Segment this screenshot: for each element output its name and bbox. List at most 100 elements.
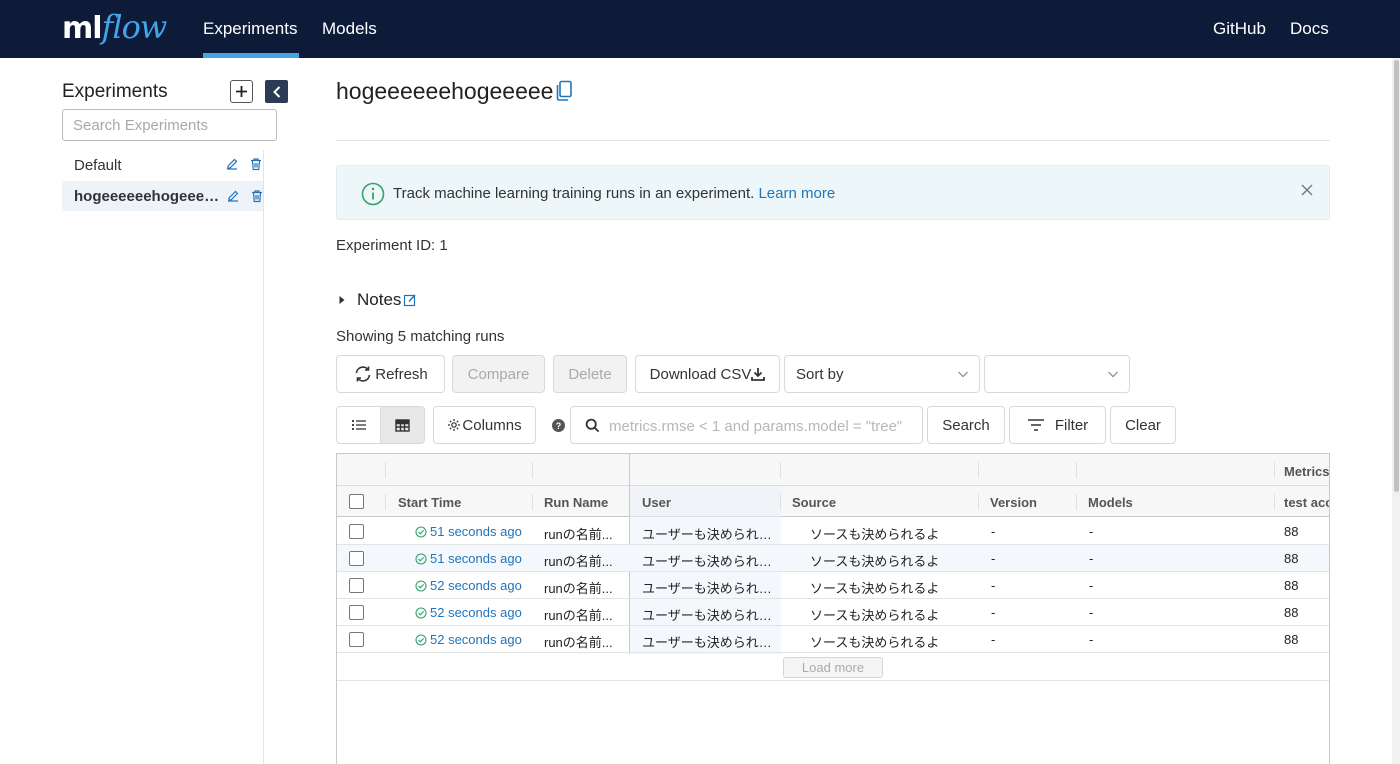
column-separator xyxy=(978,494,979,510)
table-row[interactable]: 51 seconds ago runの名前... ユーザーも決められる... ソ… xyxy=(337,518,1329,545)
columns-button[interactable]: Columns xyxy=(433,406,536,444)
column-separator xyxy=(1274,494,1275,510)
row-checkbox[interactable] xyxy=(349,551,364,566)
refresh-button[interactable]: Refresh xyxy=(336,355,445,393)
list-view-button[interactable] xyxy=(337,407,380,443)
table-row[interactable]: 52 seconds ago runの名前... ユーザーも決められる... ソ… xyxy=(337,599,1329,626)
run-name-cell[interactable]: runの名前... xyxy=(544,524,624,543)
sort-by-select[interactable]: Sort by xyxy=(784,355,980,393)
user-cell: ユーザーも決められる... xyxy=(642,581,774,596)
table-row[interactable]: 52 seconds ago runの名前... ユーザーも決められる... ソ… xyxy=(337,572,1329,599)
experiment-id-value: 1 xyxy=(439,237,448,254)
table-view-icon xyxy=(395,418,410,432)
learn-more-link[interactable]: Learn more xyxy=(758,185,835,202)
models-cell: - xyxy=(1089,605,1094,620)
run-start-time-link[interactable]: 52 seconds ago xyxy=(415,578,522,593)
source-cell[interactable]: ソースも決められるよ xyxy=(810,524,970,543)
notes-toggle[interactable]: Notes xyxy=(338,290,417,310)
search-button[interactable]: Search xyxy=(927,406,1005,444)
search-label: Search xyxy=(942,416,990,434)
run-name-cell[interactable]: runの名前... xyxy=(544,578,624,597)
user-cell: ユーザーも決められる... xyxy=(642,635,774,650)
version-cell: - xyxy=(991,524,996,539)
compare-button[interactable]: Compare xyxy=(452,355,545,393)
run-start-time-link[interactable]: 52 seconds ago xyxy=(415,605,522,620)
plus-icon xyxy=(236,86,247,97)
header-version[interactable]: Version xyxy=(990,495,1037,510)
start-time-text: 52 seconds ago xyxy=(430,632,522,647)
edit-icon[interactable] xyxy=(226,189,240,203)
experiment-item-label: Default xyxy=(74,156,122,174)
column-separator xyxy=(780,462,781,478)
close-icon[interactable] xyxy=(1301,184,1313,196)
table-view-button[interactable] xyxy=(380,407,424,443)
column-separator xyxy=(532,494,533,510)
download-csv-button[interactable]: Download CSV xyxy=(635,355,780,393)
run-name-cell[interactable]: runの名前... xyxy=(544,605,624,624)
collapse-sidebar-button[interactable] xyxy=(265,80,288,103)
row-checkbox[interactable] xyxy=(349,605,364,620)
nav-models[interactable]: Models xyxy=(322,19,377,39)
runs-search-input[interactable] xyxy=(609,415,914,437)
sidebar-divider xyxy=(263,150,264,764)
run-name-cell[interactable]: runの名前... xyxy=(544,551,624,570)
edit-icon[interactable] xyxy=(225,157,239,171)
row-checkbox[interactable] xyxy=(349,524,364,539)
edit-notes-icon[interactable] xyxy=(403,293,417,307)
run-start-time-link[interactable]: 52 seconds ago xyxy=(415,632,522,647)
runs-search-box xyxy=(570,406,923,444)
clear-button[interactable]: Clear xyxy=(1110,406,1176,444)
sort-order-select[interactable] xyxy=(984,355,1130,393)
run-start-time-link[interactable]: 51 seconds ago xyxy=(415,524,522,539)
header-user[interactable]: User xyxy=(642,495,671,510)
column-separator xyxy=(1076,494,1077,510)
models-cell: - xyxy=(1089,632,1094,647)
test-acc-cell: 88 xyxy=(1284,551,1299,566)
run-start-time-link[interactable]: 51 seconds ago xyxy=(415,551,522,566)
header-start-time[interactable]: Start Time xyxy=(398,495,461,510)
add-experiment-button[interactable] xyxy=(230,80,253,103)
row-checkbox[interactable] xyxy=(349,632,364,647)
source-cell[interactable]: ソースも決められるよ xyxy=(810,551,970,570)
search-experiments-input[interactable] xyxy=(62,109,277,141)
view-mode-toggle xyxy=(336,406,425,444)
header-models[interactable]: Models xyxy=(1088,495,1133,510)
select-all-checkbox[interactable] xyxy=(349,494,364,509)
column-separator xyxy=(385,494,386,510)
search-icon xyxy=(585,418,600,433)
info-banner: Track machine learning training runs in … xyxy=(336,165,1330,220)
nav-experiments[interactable]: Experiments xyxy=(203,19,297,39)
delete-button[interactable]: Delete xyxy=(553,355,627,393)
refresh-label: Refresh xyxy=(375,365,428,383)
table-row[interactable]: 51 seconds ago runの名前... ユーザーも決められる... ソ… xyxy=(337,545,1329,572)
check-circle-icon xyxy=(415,579,427,592)
nav-github-link[interactable]: GitHub xyxy=(1213,19,1266,39)
source-cell[interactable]: ソースも決められるよ xyxy=(810,578,970,597)
header-test-acc[interactable]: test acc xyxy=(1284,495,1329,510)
column-separator xyxy=(1076,462,1077,478)
mlflow-logo[interactable]: ml flow xyxy=(62,8,168,50)
load-more-button[interactable]: Load more xyxy=(783,657,883,678)
help-icon[interactable]: ? xyxy=(552,419,565,432)
header-source[interactable]: Source xyxy=(792,495,836,510)
header-run-name[interactable]: Run Name xyxy=(544,495,608,510)
row-checkbox[interactable] xyxy=(349,578,364,593)
page-scrollbar-thumb[interactable] xyxy=(1394,60,1399,492)
title-divider xyxy=(336,140,1330,141)
matching-runs-count: Showing 5 matching runs xyxy=(336,328,505,345)
nav-docs-link[interactable]: Docs xyxy=(1290,19,1329,39)
filter-button[interactable]: Filter xyxy=(1009,406,1106,444)
chevron-down-icon xyxy=(958,371,968,378)
notes-label: Notes xyxy=(357,290,402,309)
source-cell[interactable]: ソースも決められるよ xyxy=(810,605,970,624)
trash-icon[interactable] xyxy=(249,157,263,171)
run-name-cell[interactable]: runの名前... xyxy=(544,632,624,651)
logo-flow-text: flow xyxy=(101,8,168,46)
source-cell[interactable]: ソースも決められるよ xyxy=(810,632,970,651)
copy-icon[interactable] xyxy=(555,80,573,102)
delete-label: Delete xyxy=(568,365,612,383)
table-row[interactable]: 52 seconds ago runの名前... ユーザーも決められる... ソ… xyxy=(337,626,1329,653)
filter-icon xyxy=(1027,419,1044,431)
list-view-icon xyxy=(351,420,366,430)
trash-icon[interactable] xyxy=(250,189,264,203)
